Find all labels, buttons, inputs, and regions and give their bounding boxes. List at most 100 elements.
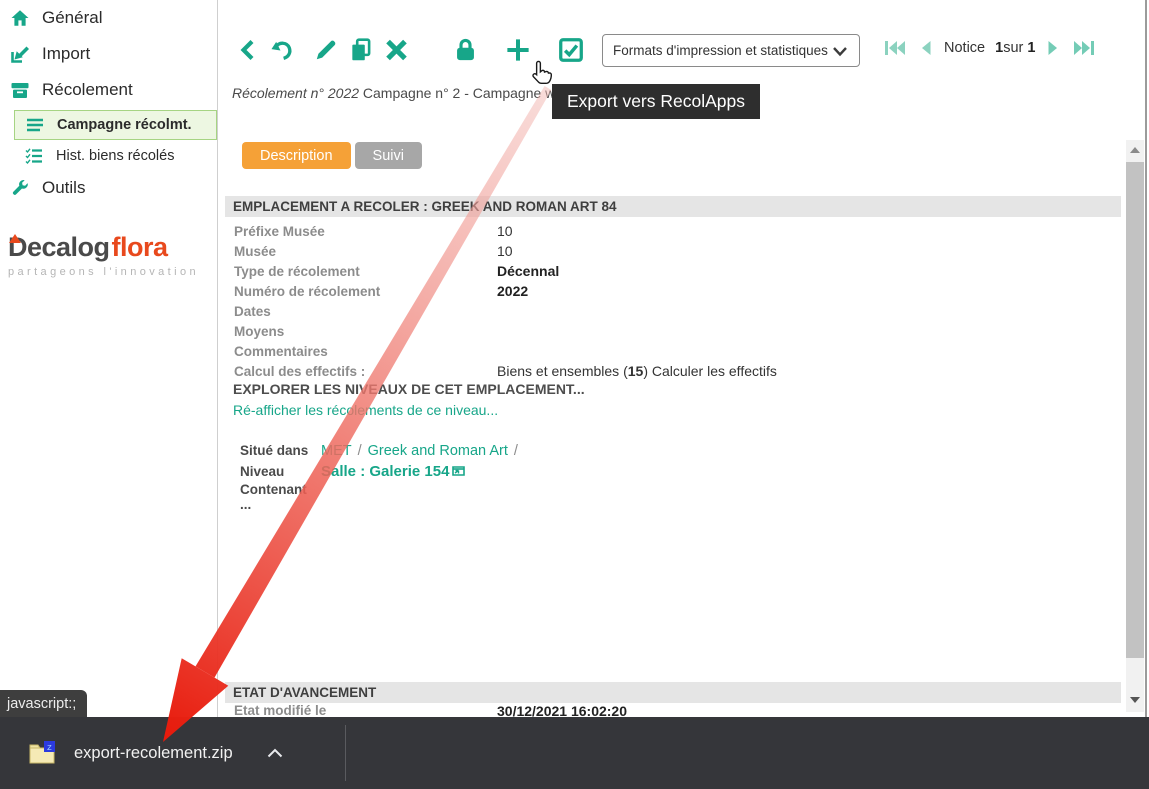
window-right-edge <box>1145 0 1147 717</box>
tooltip-text: Export vers RecolApps <box>567 91 745 112</box>
sidebar-item-label: Import <box>42 44 90 64</box>
pager-current: 1 <box>995 40 1003 56</box>
open-window-icon <box>450 463 465 477</box>
scroll-down-button[interactable] <box>1126 690 1144 710</box>
sidebar-item-campagne-recolmt[interactable]: Campagne récolmt. <box>14 110 217 140</box>
record-pager: Notice 1sur 1 <box>882 40 1097 56</box>
checkbox-checked-icon <box>557 35 585 65</box>
edit-button[interactable] <box>313 35 339 65</box>
delete-button[interactable] <box>383 35 410 65</box>
lock-button[interactable] <box>452 35 479 65</box>
tab-suivi[interactable]: Suivi <box>355 142 422 169</box>
svg-text:z: z <box>47 743 52 753</box>
effectifs-count: 15 <box>628 363 644 379</box>
undo-button[interactable] <box>269 35 296 65</box>
detail-tabs: Description Suivi <box>242 142 422 169</box>
chevron-left-icon <box>236 35 260 65</box>
sidebar-item-label: Général <box>42 8 102 28</box>
first-record-button[interactable] <box>882 40 908 56</box>
effectifs-link-post: ) Calculer les effectifs <box>643 363 777 379</box>
field-row-dates: Dates <box>225 301 1121 321</box>
field-label: Numéro de récolement <box>234 284 497 299</box>
contenant-label: Contenant ... <box>240 482 321 512</box>
copy-icon <box>348 35 374 65</box>
chevron-up-icon <box>267 748 283 758</box>
app-logo: Decalogflora partageons l'innovation <box>8 232 217 278</box>
calcul-effectifs-link[interactable]: Biens et ensembles (15) Calculer les eff… <box>497 363 777 379</box>
browser-status-link-hint: javascript:; <box>0 690 87 717</box>
crumb-met-link[interactable]: MET <box>321 443 352 459</box>
scrollbar-thumb[interactable] <box>1126 162 1144 658</box>
crumb-greek-roman-link[interactable]: Greek and Roman Art <box>368 443 508 459</box>
next-record-button[interactable] <box>1045 40 1061 56</box>
field-label: Dates <box>234 304 497 319</box>
download-menu-button[interactable] <box>267 748 283 758</box>
situe-dans-label: Situé dans <box>240 443 321 458</box>
home-icon <box>10 8 30 28</box>
sidebar-item-import[interactable]: Import <box>0 36 217 72</box>
print-format-select[interactable]: Formats d'impression et statistiques PV.… <box>602 34 860 67</box>
field-row-musee: Musée 10 <box>225 241 1121 261</box>
explore-levels-heading: EXPLORER LES NIVEAUX DE CET EMPLACEMENT.… <box>233 381 585 397</box>
app-window: Général Import Récolement Campagne récol… <box>0 0 1149 789</box>
triangle-down-icon <box>1130 697 1140 703</box>
contenant-row: Contenant ... <box>225 482 925 512</box>
field-value: 2022 <box>497 283 528 299</box>
section-title: ETAT D'AVANCEMENT <box>233 685 376 700</box>
field-label: Commentaires <box>234 344 497 359</box>
breadcrumb-recolement: Récolement n° 2022 <box>232 85 359 101</box>
scroll-up-button[interactable] <box>1126 140 1144 160</box>
import-icon <box>10 44 30 64</box>
field-label: Calcul des effectifs : <box>234 364 497 379</box>
logo-brand-text: Decalog <box>8 232 110 262</box>
field-label: Moyens <box>234 324 497 339</box>
vertical-scrollbar[interactable] <box>1126 140 1144 712</box>
download-shelf: z export-recolement.zip <box>0 717 1149 789</box>
undo-arrow-icon <box>269 35 296 65</box>
situe-dans-row: Situé dans MET / Greek and Roman Art / <box>225 440 925 461</box>
sidebar-item-hist-biens-recoles[interactable]: Hist. biens récolés <box>0 142 217 170</box>
previous-record-button[interactable] <box>918 40 934 56</box>
back-button[interactable] <box>236 35 260 65</box>
field-row-type-recolement: Type de récolement Décennal <box>225 261 1121 281</box>
sidebar-item-label: Outils <box>42 178 85 198</box>
section-header-etat-avancement: ETAT D'AVANCEMENT <box>225 682 1121 703</box>
sidebar-item-outils[interactable]: Outils <box>0 170 217 206</box>
x-delete-icon <box>383 35 410 65</box>
field-label: Musée <box>234 244 497 259</box>
sidebar-item-label: Récolement <box>42 80 133 100</box>
field-row-commentaires: Commentaires <box>225 341 1121 361</box>
triangle-up-icon <box>1130 147 1140 153</box>
emplacement-fields: Préfixe Musée 10 Musée 10 Type de récole… <box>225 221 1121 381</box>
pencil-icon <box>313 35 339 65</box>
status-hint-text: javascript:; <box>7 696 76 712</box>
niveau-galerie-link[interactable]: Salle : Galerie 154 <box>321 463 465 480</box>
export-recolapps-tooltip: Export vers RecolApps <box>552 84 760 119</box>
sidebar-item-general[interactable]: Général <box>0 0 217 36</box>
pager-count: 1sur 1 <box>995 40 1035 56</box>
copy-button[interactable] <box>348 35 374 65</box>
downloaded-file-chip[interactable]: z export-recolement.zip <box>14 727 297 779</box>
field-value: Décennal <box>497 263 559 279</box>
field-label: Type de récolement <box>234 264 497 279</box>
pager-of-label: sur <box>1003 40 1023 56</box>
logo-tagline: partageons l'innovation <box>8 266 217 278</box>
field-row-moyens: Moyens <box>225 321 1121 341</box>
export-recolapps-button[interactable] <box>557 35 585 65</box>
archive-box-icon <box>10 80 30 100</box>
field-row-calcul-effectifs: Calcul des effectifs : Biens et ensemble… <box>225 361 1121 381</box>
last-page-icon <box>1073 40 1095 56</box>
lock-icon <box>452 35 479 65</box>
print-format-selected-value: Formats d'impression et statistiques PV.… <box>613 43 831 58</box>
field-label: Préfixe Musée <box>234 224 497 239</box>
sidebar-item-recolement[interactable]: Récolement <box>0 72 217 108</box>
pager-notice-label: Notice <box>944 40 985 56</box>
location-block: Situé dans MET / Greek and Roman Art / N… <box>225 440 925 512</box>
reafficher-recolements-link[interactable]: Ré-afficher les récolements de ce niveau… <box>233 402 498 418</box>
last-record-button[interactable] <box>1071 40 1097 56</box>
field-row-numero-recolement: Numéro de récolement 2022 <box>225 281 1121 301</box>
chevron-down-icon <box>831 42 849 60</box>
crumb-separator: / <box>514 443 518 459</box>
download-shelf-divider <box>345 725 346 781</box>
tab-description[interactable]: Description <box>242 142 351 169</box>
